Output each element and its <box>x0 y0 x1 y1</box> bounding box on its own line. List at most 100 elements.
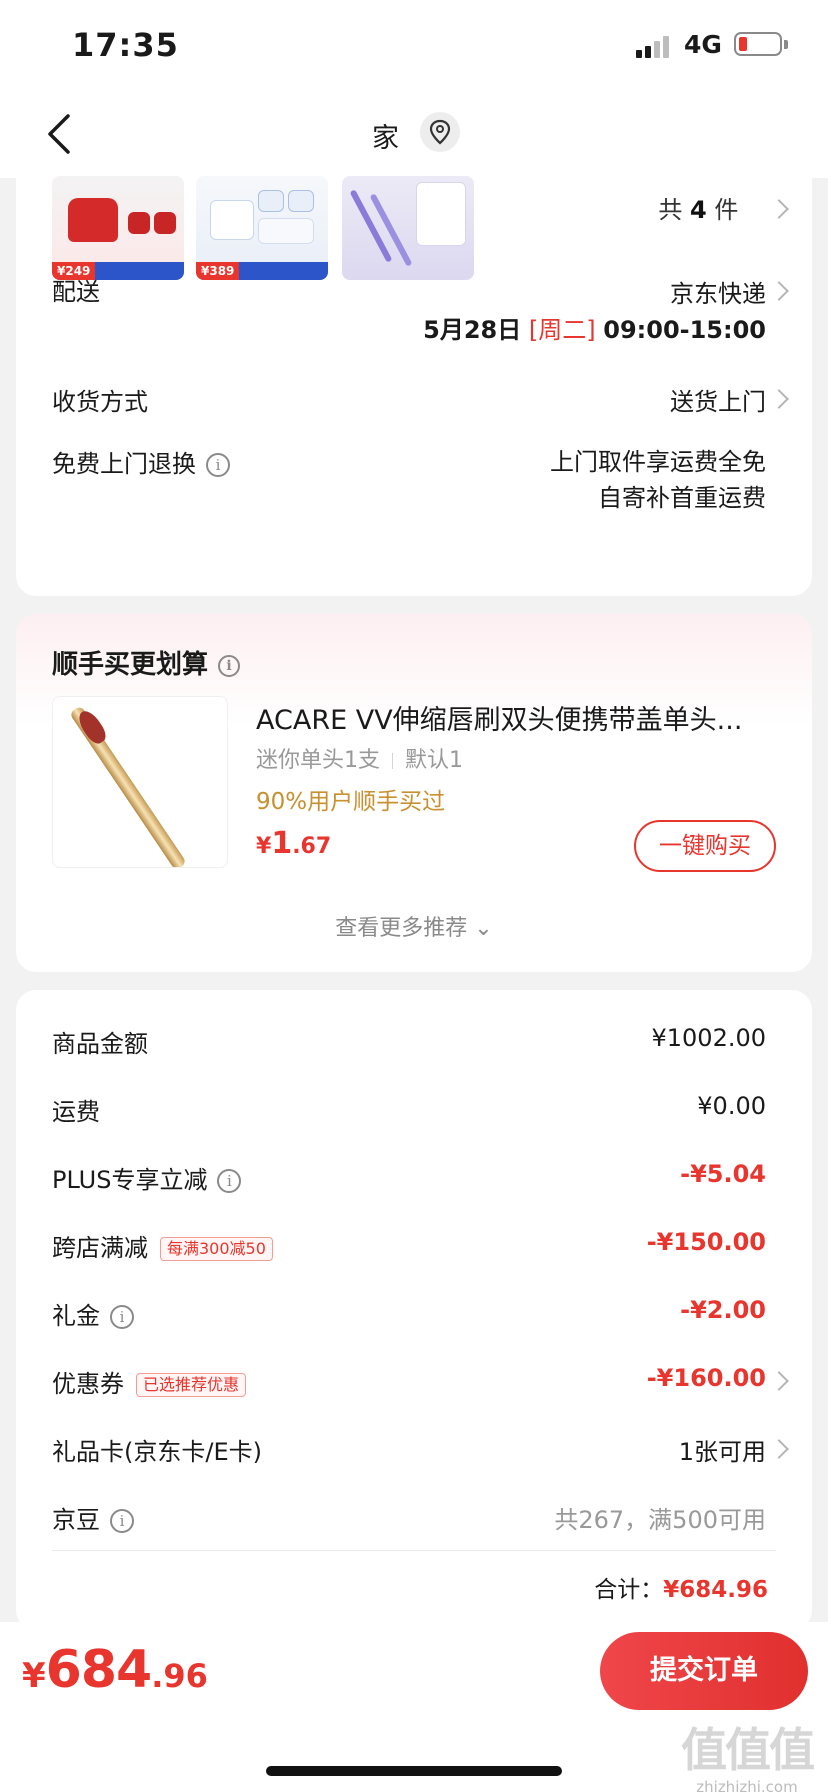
promo-tag: 已选推荐优惠 <box>136 1373 247 1397</box>
watermark-site: zhizhizhi.com <box>696 1778 798 1792</box>
price-row-label-text: 运费 <box>52 1098 100 1126</box>
free-return-text: 免费上门退换 <box>52 450 196 478</box>
chevron-right-icon[interactable] <box>769 199 789 219</box>
recommend-buyers: 90%用户顺手买过 <box>256 789 446 815</box>
lip-brush-image[interactable] <box>52 696 228 868</box>
status-bar: 17:35 4G <box>0 0 828 92</box>
receipt-method-label: 收货方式 <box>52 388 148 416</box>
signal-icon <box>636 36 672 58</box>
more-recommendations-link[interactable]: 查看更多推荐 ⌄ <box>16 910 812 942</box>
price-row-value[interactable]: 1张可用 <box>679 1432 766 1467</box>
info-icon[interactable]: i <box>206 453 230 477</box>
price-decimal: .67 <box>292 834 332 859</box>
free-return-line1: 上门取件享运费全免 <box>550 448 766 476</box>
spec-text: 迷你单头1支 <box>256 748 380 773</box>
free-return-line2: 自寄补首重运费 <box>598 484 766 512</box>
olay-red-cream-small <box>128 212 150 234</box>
price-row-label-text: 商品金额 <box>52 1030 148 1058</box>
price-breakdown-card: 商品金额 ¥1002.00 运费 ¥0.00 PLUS专享立减 i -¥5.04 跨店满减 每满… <box>16 990 812 1630</box>
watermark: 值值值 zhizhizhi.com <box>672 1714 822 1792</box>
olay-blue-cream-image <box>210 200 254 240</box>
price-row-label: 跨店满减 每满300减50 <box>52 1228 273 1263</box>
status-time: 17:35 <box>72 26 179 64</box>
price-row-label-text: 京豆 <box>52 1506 100 1534</box>
recommend-price: ¥1.67 <box>256 826 331 861</box>
variant-text: 默认1 <box>405 748 463 773</box>
price-row-label-text: 礼金 <box>52 1302 100 1330</box>
price-row-label: 商品金额 <box>52 1024 148 1059</box>
product-thumbnail-3[interactable] <box>342 176 474 280</box>
back-arrow-icon[interactable] <box>44 112 76 156</box>
product-thumbnail-1[interactable]: ¥249 <box>52 176 184 280</box>
delivery-date: 5月28日 <box>423 316 522 344</box>
price-row-label: 京豆 i <box>52 1500 134 1535</box>
home-indicator[interactable] <box>266 1766 562 1776</box>
chevron-right-icon[interactable] <box>769 1371 789 1391</box>
submit-order-button[interactable]: 提交订单 <box>600 1632 808 1710</box>
price-row-label: 运费 <box>52 1092 100 1127</box>
divider <box>392 753 393 769</box>
price-row-value: ¥1002.00 <box>651 1024 766 1052</box>
recommend-spec[interactable]: 迷你单头1支 默认1 <box>256 742 463 774</box>
price-row-label-text: 跨店满减 <box>52 1234 148 1262</box>
delivery-weekday: [周二] <box>528 316 596 344</box>
delivery-time[interactable]: 5月28日 [周二] 09:00-15:00 <box>423 310 766 345</box>
price-decimal: .96 <box>151 1657 208 1695</box>
chevron-right-icon[interactable] <box>769 389 789 409</box>
price-row-value[interactable]: -¥160.00 <box>647 1364 766 1392</box>
delivery-window: 09:00-15:00 <box>603 316 766 344</box>
olay-blue-box <box>258 190 284 212</box>
olay-blue-pad <box>258 218 314 244</box>
product-count[interactable]: 共 4 件 <box>658 190 768 225</box>
price-row-value: 共267，满500可用 <box>554 1506 766 1534</box>
recommend-title-text: 顺手买更划算 <box>52 650 209 680</box>
info-icon[interactable]: i <box>217 1169 242 1193</box>
count-prefix: 共 <box>658 196 683 224</box>
thumb-price-tag: ¥389 <box>196 262 240 280</box>
price-row-label: 礼品卡(京东卡/E卡) <box>52 1432 262 1467</box>
eyeliner-card <box>416 182 466 246</box>
price-currency: ¥ <box>256 834 272 859</box>
total-label: 合计： <box>594 1577 664 1603</box>
free-return-label: 免费上门退换 i <box>52 444 230 479</box>
info-icon[interactable]: i <box>218 654 241 677</box>
chevron-right-icon[interactable] <box>769 281 789 301</box>
info-icon[interactable]: i <box>110 1305 134 1329</box>
price-row-value: -¥2.00 <box>680 1296 766 1324</box>
chevron-right-icon[interactable] <box>769 1439 789 1459</box>
recommend-title: 顺手买更划算 i <box>52 644 241 681</box>
location-pin-icon[interactable] <box>420 112 460 152</box>
price-row-label: 优惠券 已选推荐优惠 <box>52 1364 247 1399</box>
delivery-label: 配送 <box>52 278 100 306</box>
price-row-label: PLUS专享立减 i <box>52 1160 242 1195</box>
price-row-value: -¥150.00 <box>646 1228 766 1256</box>
network-type: 4G <box>684 30 722 59</box>
price-integer: 684 <box>45 1640 153 1700</box>
price-row-label-text: 礼品卡(京东卡/E卡) <box>52 1438 262 1466</box>
watermark-logo: 值值值 <box>681 1723 815 1777</box>
price-row-label: 礼金 i <box>52 1296 134 1331</box>
recommend-product-name[interactable]: ACARE VV伸缩唇刷双头便携带盖单头... <box>256 698 784 737</box>
battery-icon <box>734 32 782 56</box>
price-row-value: -¥5.04 <box>680 1160 766 1188</box>
address-title[interactable]: 家 <box>372 116 399 155</box>
price-row-value: ¥0.00 <box>697 1092 766 1120</box>
promo-tag: 每满300减50 <box>160 1237 273 1261</box>
receipt-method-value[interactable]: 送货上门 <box>670 382 766 417</box>
total-value: ¥684.96 <box>663 1577 768 1603</box>
one-click-buy-button[interactable]: 一键购买 <box>634 820 776 872</box>
delivery-carrier[interactable]: 京东快递 <box>670 274 766 309</box>
price-row-label-text: 优惠券 <box>52 1370 124 1398</box>
battery-tip <box>784 40 788 49</box>
product-thumbnail-2[interactable]: ¥389 <box>196 176 328 280</box>
info-icon[interactable]: i <box>110 1509 134 1533</box>
total-line: 合计：¥684.96 <box>594 1570 768 1604</box>
count-suffix: 件 <box>714 196 739 224</box>
olay-blue-box <box>288 190 314 212</box>
count-number: 4 <box>690 196 707 224</box>
bottom-action-bar: ¥684.96 提交订单 值值值 zhizhizhi.com <box>0 1622 828 1792</box>
total-divider <box>52 1550 776 1551</box>
price-currency: ¥ <box>22 1656 46 1696</box>
payable-amount: ¥684.96 <box>22 1640 208 1700</box>
olay-red-cream-image <box>68 198 118 242</box>
